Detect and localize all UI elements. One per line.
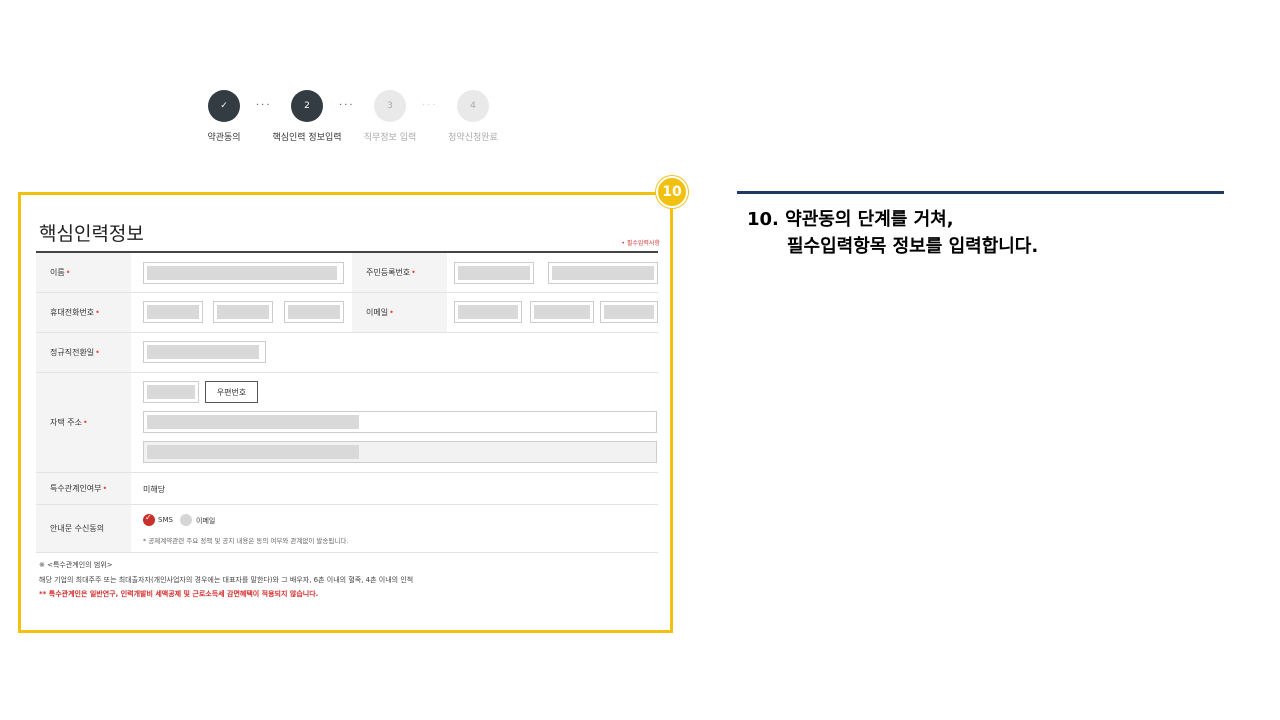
- name-label: 이름 •: [36, 253, 131, 292]
- form-title: 핵심인력정보: [39, 223, 144, 245]
- required-mark: •: [95, 348, 100, 357]
- email-domain-select[interactable]: [600, 301, 658, 323]
- form-row-mobile: 휴대전화번호 • 이메일 •: [36, 293, 658, 333]
- hire-date-input[interactable]: [143, 341, 266, 363]
- step-indicator: ✓ 약관동의 ··· 2 핵심인력 정보입력 ··· 3 직무정보 입력 ···…: [192, 90, 512, 150]
- step-4: 4 청약신청완료: [433, 90, 513, 143]
- hire-date-label: 정규직전환일 •: [36, 333, 131, 372]
- consent-sms-radio[interactable]: [143, 513, 155, 526]
- form-row-consent: 안내문 수신동의 SMS 이메일 * 공제계약관련 주요 정책 및 공지 내용은…: [36, 505, 658, 553]
- email-label: 이메일 •: [352, 293, 447, 332]
- step-3-label: 직무정보 입력: [363, 133, 417, 143]
- required-note: • 필수입력사항: [621, 240, 660, 247]
- required-mark: •: [102, 484, 108, 493]
- resident-number-front-input[interactable]: [454, 262, 534, 284]
- instruction-divider: [737, 191, 1224, 194]
- special-relation-label: 특수관계인여부 •: [36, 473, 131, 504]
- mobile-part2-input[interactable]: [213, 301, 273, 323]
- hire-date-label-text: 정규직전환일: [50, 348, 95, 357]
- consent-label-text: 안내문 수신동의: [50, 524, 105, 533]
- step-4-label: 청약신청완료: [448, 133, 498, 143]
- required-mark: •: [65, 268, 71, 277]
- required-mark: •: [389, 308, 394, 317]
- special-relation-warning: ** 특수관계인은 일반연구, 인력개발비 세액공제 및 근로소득세 감면혜택이…: [39, 590, 319, 598]
- mobile-label: 휴대전화번호 •: [36, 293, 131, 332]
- special-relation-notes-heading: ※ <특수관계인의 범위>: [39, 561, 113, 569]
- required-mark: •: [411, 268, 416, 277]
- consent-note: * 공제계약관련 주요 정책 및 공지 내용은 동의 여부와 관계없이 발송됩니…: [143, 537, 349, 545]
- postcode-search-button[interactable]: 우편번호: [205, 381, 258, 403]
- email-domain-input[interactable]: [530, 301, 594, 323]
- step-badge: 10: [656, 176, 688, 208]
- postcode-input[interactable]: [143, 381, 199, 403]
- consent-sms-label: SMS: [158, 516, 173, 524]
- mobile-label-text: 휴대전화번호: [50, 308, 95, 317]
- address-line1-input[interactable]: [143, 411, 657, 433]
- name-input[interactable]: [143, 262, 344, 284]
- instruction-line-2: 필수입력항목 정보를 입력합니다.: [787, 236, 1039, 257]
- step-2-circle: 2: [291, 90, 323, 122]
- consent-label: 안내문 수신동의: [36, 505, 131, 552]
- step-2: 2 핵심인력 정보입력: [267, 90, 347, 143]
- email-id-input[interactable]: [454, 301, 522, 323]
- consent-email-radio[interactable]: [180, 514, 192, 526]
- instruction-text: 10. 약관동의 단계를 거쳐, 필수입력항목 정보를 입력합니다.: [747, 206, 1038, 260]
- consent-email-label: 이메일: [196, 517, 216, 525]
- step-4-circle: 4: [457, 90, 489, 122]
- address-line2-input[interactable]: [143, 441, 657, 463]
- step-1: ✓ 약관동의: [184, 90, 264, 143]
- address-label: 자택 주소 •: [36, 373, 131, 472]
- step-3: 3 직무정보 입력: [350, 90, 430, 143]
- email-label-text: 이메일: [366, 308, 389, 317]
- form-row-address: 자택 주소 • 우편번호: [36, 373, 658, 473]
- step-1-circle: ✓: [208, 90, 240, 122]
- mobile-part3-input[interactable]: [284, 301, 344, 323]
- special-relation-value: 미해당: [143, 485, 166, 494]
- form-screenshot-frame: 핵심인력정보 • 필수입력사항 이름 • 주민등록번호 • 휴대전화번호 • 이메일 •…: [18, 192, 673, 633]
- special-relation-label-text: 특수관계인여부: [50, 484, 102, 493]
- name-label-text: 이름: [50, 268, 65, 277]
- mobile-part1-input[interactable]: [143, 301, 203, 323]
- required-mark: •: [95, 308, 100, 317]
- instruction-line-1: 10. 약관동의 단계를 거쳐,: [747, 209, 954, 230]
- resident-number-label: 주민등록번호 •: [352, 253, 447, 292]
- form-row-hire-date: 정규직전환일 •: [36, 333, 658, 373]
- step-2-label: 핵심인력 정보입력: [272, 133, 342, 143]
- address-label-text: 자택 주소: [50, 418, 82, 427]
- required-mark: •: [82, 418, 88, 427]
- form-row-special-relation: 특수관계인여부 • 미해당: [36, 473, 658, 505]
- form-row-name: 이름 • 주민등록번호 •: [36, 253, 658, 293]
- special-relation-notes-body: 해당 기업의 최대주주 또는 최대출자자(개인사업자의 경우에는 대표자를 말한…: [39, 576, 414, 584]
- resident-number-back-input[interactable]: [548, 262, 658, 284]
- step-3-circle: 3: [374, 90, 406, 122]
- resident-number-label-text: 주민등록번호: [366, 268, 411, 277]
- step-1-label: 약관동의: [207, 133, 241, 143]
